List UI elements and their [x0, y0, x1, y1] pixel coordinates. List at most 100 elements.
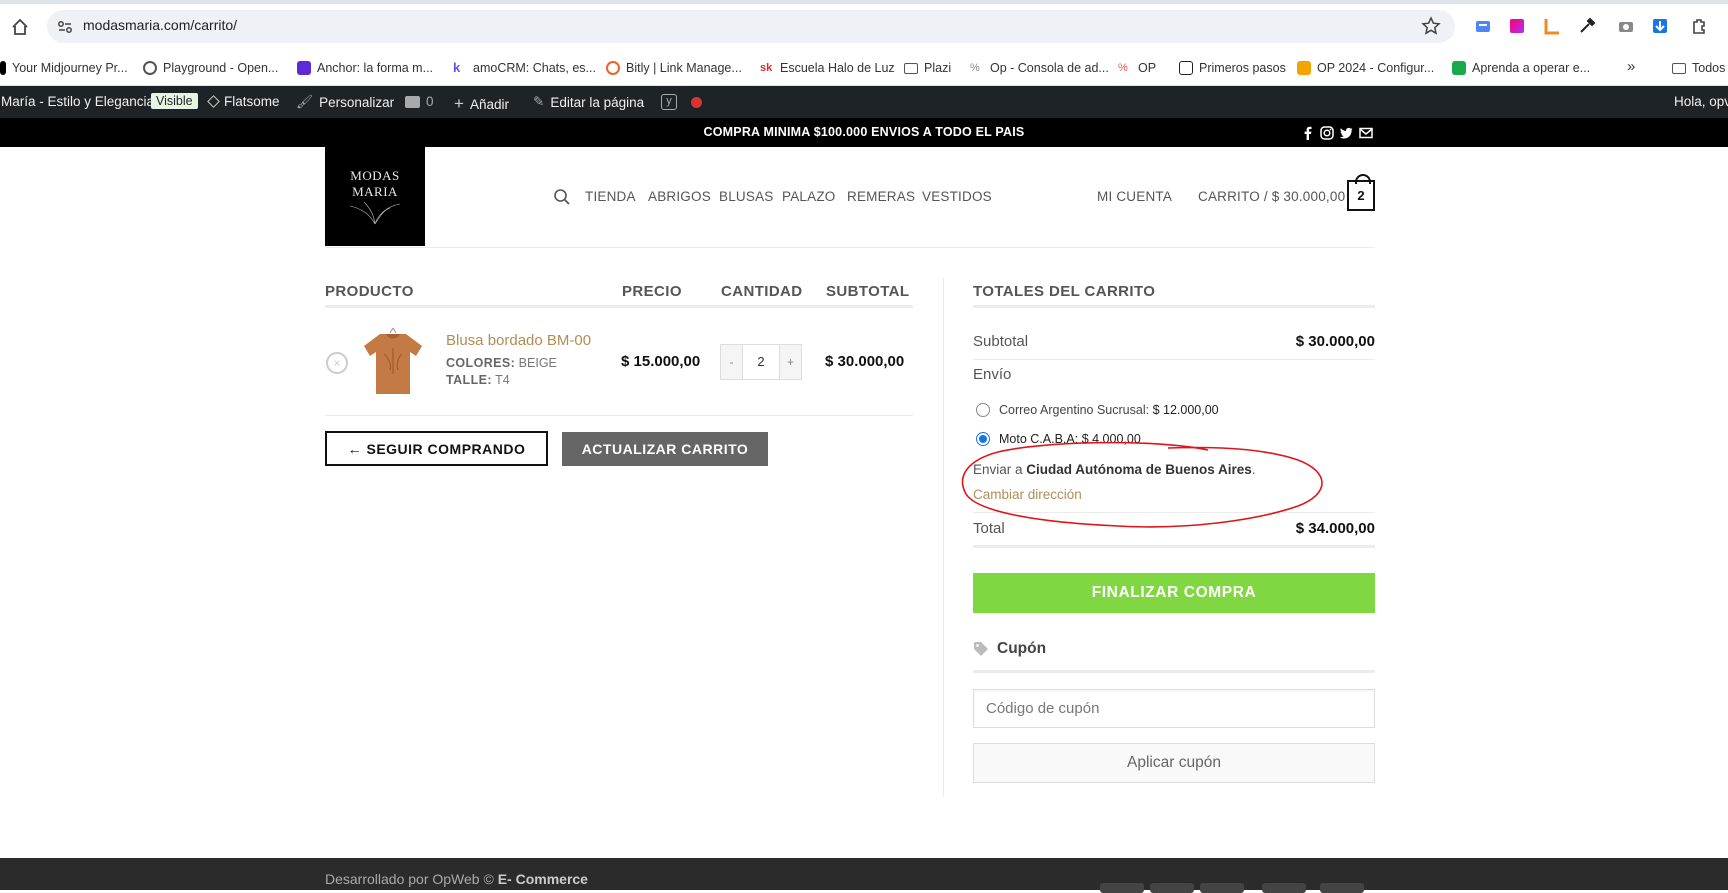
bookmarks-bar: Your Midjourney Pr... Playground - Open.…: [0, 52, 1728, 86]
bitly-icon: [606, 61, 620, 75]
item-subtotal: $ 30.000,00: [825, 353, 905, 370]
home-icon[interactable]: [10, 17, 30, 37]
nav-palazo[interactable]: PALAZO: [782, 189, 835, 204]
email-icon[interactable]: [1359, 126, 1373, 140]
footer-brand[interactable]: E- Commerce: [498, 871, 588, 887]
shipping-radio-correo[interactable]: [976, 403, 990, 417]
nav-cart[interactable]: CARRITO / $ 30.000,00: [1198, 189, 1345, 204]
bookmark-item[interactable]: Primeros pasos: [1179, 61, 1286, 75]
nav-my-account[interactable]: MI CUENTA: [1097, 189, 1172, 204]
bookmark-item[interactable]: Playground - Open...: [143, 61, 278, 75]
update-cart-button[interactable]: ACTUALIZAR CARRITO: [562, 432, 768, 466]
admin-flatsome[interactable]: Flatsome: [207, 94, 280, 109]
subtotal-value: $ 30.000,00: [1295, 333, 1375, 350]
admin-site-name[interactable]: María - Estilo y Elegancia: [1, 94, 154, 109]
extension-gradient-icon[interactable]: [1508, 17, 1526, 35]
logo-line-1: MODAS: [350, 167, 400, 183]
customize-label: Personalizar: [319, 94, 395, 110]
shipping-option-price: $ 12.000,00: [1152, 403, 1219, 417]
greeting-label: Hola, opv: [1674, 94, 1728, 109]
site-logo[interactable]: MODAS MARIA: [325, 147, 425, 246]
bookmark-item[interactable]: Bitly | Link Manage...: [606, 61, 742, 75]
bookmark-star-icon[interactable]: [1421, 16, 1441, 36]
product-thumbnail[interactable]: [362, 324, 424, 398]
continue-shopping-button[interactable]: ← SEGUIR COMPRANDO: [325, 431, 548, 466]
coupon-title: Cupón: [997, 640, 1047, 657]
shipping-option-correo[interactable]: Correo Argentino Sucrusal: $ 12.000,00: [999, 403, 1219, 417]
bookmark-item[interactable]: OP 2024 - Configur...: [1297, 61, 1434, 75]
admin-edit-page[interactable]: ✎ Editar la página: [533, 94, 644, 110]
url-text[interactable]: modasmaria.com/carrito/: [83, 17, 237, 33]
bookmark-item[interactable]: % Op - Consola de ad...: [970, 61, 1109, 75]
apply-coupon-button[interactable]: Aplicar cupón: [973, 743, 1375, 783]
nav-blusas[interactable]: BLUSAS: [719, 189, 773, 204]
bookmark-label: Anchor: la forma m...: [317, 61, 434, 75]
totals-header-divider: [973, 305, 1375, 308]
bookmark-item[interactable]: Anchor: la forma m...: [297, 61, 433, 75]
address-bar[interactable]: [47, 10, 1455, 43]
th-subtotal: SUBTOTAL: [826, 283, 910, 300]
nav-tienda[interactable]: TIENDA: [585, 189, 636, 204]
download-icon[interactable]: [1651, 17, 1669, 35]
instagram-icon[interactable]: [1320, 126, 1334, 140]
shipping-radio-moto[interactable]: [976, 432, 990, 446]
shipping-option-moto[interactable]: Moto C.A.B.A: $ 4.000,00: [999, 432, 1141, 446]
theme-label: Flatsome: [224, 94, 280, 109]
extension-ruler-icon[interactable]: [1543, 17, 1561, 35]
th-quantity: CANTIDAD: [721, 283, 803, 300]
nav-remeras[interactable]: REMERAS: [847, 189, 915, 204]
yoast-menu[interactable]: y: [661, 94, 702, 110]
browser-toolbar: modasmaria.com/carrito/: [0, 0, 1728, 52]
site-footer: Desarrollado por OpWeb © E- Commerce: [0, 858, 1728, 893]
product-size: TALLE: T4: [446, 373, 510, 387]
extensions-puzzle-icon[interactable]: [1690, 17, 1708, 35]
bookmarks-overflow-button[interactable]: »: [1627, 58, 1635, 75]
camera-icon[interactable]: [1617, 17, 1635, 35]
stripe-icon: [1200, 883, 1244, 893]
table-header-divider: [325, 305, 913, 308]
admin-customize[interactable]: 🖌 Personalizar: [296, 94, 394, 110]
eyedropper-icon[interactable]: [1578, 17, 1596, 35]
ship-to-prefix: Enviar a: [973, 462, 1023, 477]
remove-item-button[interactable]: ×: [326, 352, 348, 374]
facebook-icon[interactable]: [1301, 126, 1315, 140]
admin-add-new[interactable]: + Añadir: [454, 94, 509, 114]
top-announcement-bar: COMPRA MINIMA $100.000 ENVIOS A TODO EL …: [0, 118, 1728, 147]
brush-icon: 🖌: [296, 94, 314, 109]
bookmark-label: Aprenda a operar e...: [1472, 61, 1591, 75]
bookmark-item[interactable]: % OP: [1118, 61, 1156, 75]
visible-badge[interactable]: Visible: [151, 93, 198, 109]
all-bookmarks-folder[interactable]: Todos: [1672, 61, 1725, 75]
bookmark-item[interactable]: Your Midjourney Pr...: [0, 61, 128, 75]
admin-comments[interactable]: 0: [405, 94, 434, 109]
size-value: T4: [495, 373, 510, 387]
nav-abrigos[interactable]: ABRIGOS: [648, 189, 711, 204]
bookmark-item[interactable]: Aprenda a operar e...: [1452, 61, 1590, 75]
cart-count-badge[interactable]: 2: [1347, 174, 1375, 211]
product-name-link[interactable]: Blusa bordado BM-00: [446, 332, 591, 349]
search-icon[interactable]: [553, 188, 571, 206]
bookmark-label: Op - Consola de ad...: [990, 61, 1109, 75]
twitter-icon[interactable]: [1339, 126, 1353, 140]
site-settings-icon[interactable]: [56, 18, 74, 36]
quantity-minus-button[interactable]: -: [721, 345, 742, 379]
total-divider: [973, 545, 1375, 548]
quantity-plus-button[interactable]: +: [780, 345, 801, 379]
halo-icon: sk: [760, 62, 773, 74]
notion-icon: [1179, 61, 1193, 75]
bookmark-label: Playground - Open...: [163, 61, 279, 75]
nav-vestidos[interactable]: VESTIDOS: [922, 189, 992, 204]
totals-divider: [973, 512, 1375, 513]
bookmark-item[interactable]: k amoCRM: Chats, es...: [453, 60, 596, 76]
header-divider: [325, 247, 1375, 248]
checkout-button[interactable]: FINALIZAR COMPRA: [973, 573, 1375, 613]
admin-account[interactable]: Hola, opv: [1674, 94, 1728, 109]
coupon-code-input[interactable]: Código de cupón: [973, 689, 1375, 728]
shipping-destination: Enviar a Ciudad Autónoma de Buenos Aires…: [973, 462, 1256, 477]
bookmark-item[interactable]: Plazi: [904, 61, 951, 75]
quantity-input[interactable]: 2: [742, 345, 780, 379]
bookmark-item[interactable]: sk Escuela Halo de Luz: [760, 61, 895, 75]
change-address-link[interactable]: Cambiar dirección: [973, 487, 1082, 502]
amocrm-icon: k: [453, 60, 461, 75]
extension-translate-icon[interactable]: [1474, 17, 1492, 35]
